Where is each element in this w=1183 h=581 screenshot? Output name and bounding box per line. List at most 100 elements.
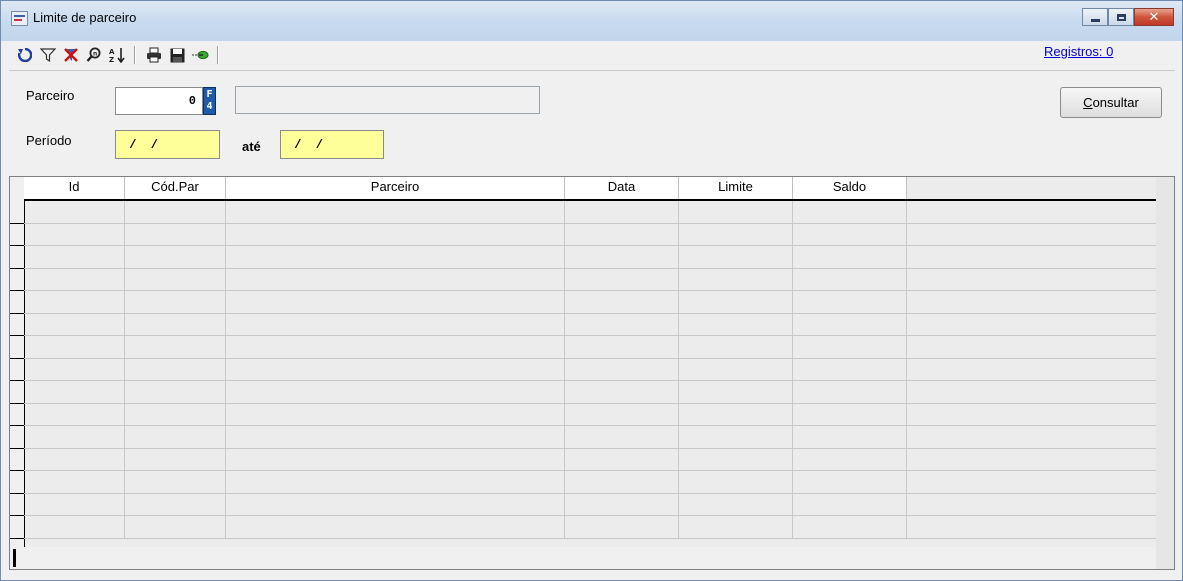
table-cell[interactable] — [679, 358, 793, 380]
table-cell[interactable] — [907, 381, 1156, 403]
table-cell[interactable] — [226, 223, 565, 245]
table-row[interactable] — [24, 358, 1156, 381]
table-cell[interactable] — [125, 403, 226, 425]
table-cell[interactable] — [565, 268, 679, 290]
table-cell[interactable] — [24, 516, 125, 538]
periodo-end-input[interactable] — [280, 130, 384, 159]
parceiro-code-input[interactable] — [115, 87, 203, 115]
table-cell[interactable] — [125, 426, 226, 448]
data-grid[interactable]: Id Cód.Par Parceiro Data Limite Saldo — [9, 176, 1175, 570]
column-header-limite[interactable]: Limite — [679, 177, 793, 199]
table-cell[interactable] — [24, 381, 125, 403]
column-header-parceiro[interactable]: Parceiro — [226, 177, 565, 199]
table-cell[interactable] — [565, 381, 679, 403]
table-cell[interactable] — [793, 358, 907, 380]
minimize-button[interactable] — [1082, 8, 1108, 26]
table-cell[interactable] — [565, 358, 679, 380]
table-cell[interactable] — [907, 336, 1156, 358]
table-cell[interactable] — [907, 516, 1156, 538]
table-cell[interactable] — [125, 336, 226, 358]
table-cell[interactable] — [907, 224, 1156, 246]
table-cell[interactable] — [679, 336, 793, 358]
table-cell[interactable] — [125, 313, 226, 335]
table-cell[interactable] — [125, 246, 226, 268]
table-row[interactable] — [24, 471, 1156, 494]
table-cell[interactable] — [565, 336, 679, 358]
table-cell[interactable] — [226, 246, 565, 268]
table-cell[interactable] — [907, 426, 1156, 448]
table-cell[interactable] — [793, 223, 907, 245]
table-cell[interactable] — [793, 201, 907, 223]
table-cell[interactable] — [125, 358, 226, 380]
table-cell[interactable] — [679, 493, 793, 515]
export-icon[interactable] — [190, 45, 210, 65]
table-cell[interactable] — [679, 246, 793, 268]
table-cell[interactable] — [125, 493, 226, 515]
table-row[interactable] — [24, 223, 1156, 246]
table-cell[interactable] — [793, 471, 907, 493]
table-cell[interactable] — [565, 313, 679, 335]
table-cell[interactable] — [679, 448, 793, 470]
table-cell[interactable] — [679, 223, 793, 245]
table-cell[interactable] — [226, 471, 565, 493]
table-cell[interactable] — [125, 291, 226, 313]
close-button[interactable]: ✕ — [1134, 8, 1174, 26]
search-icon[interactable]: n — [84, 45, 104, 65]
table-cell[interactable] — [679, 516, 793, 538]
table-cell[interactable] — [24, 493, 125, 515]
table-row[interactable] — [24, 291, 1156, 314]
table-row[interactable] — [24, 426, 1156, 449]
table-row[interactable] — [24, 493, 1156, 516]
table-cell[interactable] — [226, 426, 565, 448]
table-cell[interactable] — [24, 268, 125, 290]
table-cell[interactable] — [565, 493, 679, 515]
table-cell[interactable] — [226, 336, 565, 358]
table-cell[interactable] — [679, 268, 793, 290]
table-cell[interactable] — [565, 223, 679, 245]
table-cell[interactable] — [907, 201, 1156, 223]
table-cell[interactable] — [793, 381, 907, 403]
table-cell[interactable] — [24, 246, 125, 268]
table-cell[interactable] — [565, 201, 679, 223]
table-row[interactable] — [24, 336, 1156, 359]
table-cell[interactable] — [679, 201, 793, 223]
column-header-id[interactable]: Id — [24, 177, 125, 199]
table-cell[interactable] — [226, 448, 565, 470]
table-cell[interactable] — [565, 516, 679, 538]
table-cell[interactable] — [793, 403, 907, 425]
table-cell[interactable] — [565, 403, 679, 425]
table-cell[interactable] — [226, 493, 565, 515]
column-header-data[interactable]: Data — [565, 177, 679, 199]
table-row[interactable] — [24, 448, 1156, 471]
table-row[interactable] — [24, 403, 1156, 426]
table-cell[interactable] — [125, 201, 226, 223]
table-cell[interactable] — [565, 426, 679, 448]
table-cell[interactable] — [226, 403, 565, 425]
table-cell[interactable] — [565, 448, 679, 470]
table-cell[interactable] — [793, 336, 907, 358]
table-cell[interactable] — [793, 268, 907, 290]
table-cell[interactable] — [226, 516, 565, 538]
table-cell[interactable] — [226, 291, 565, 313]
clear-filter-icon[interactable] — [61, 45, 81, 65]
table-cell[interactable] — [125, 381, 226, 403]
f4-lookup-button[interactable]: F4 — [203, 87, 216, 115]
table-cell[interactable] — [679, 403, 793, 425]
table-cell[interactable] — [679, 426, 793, 448]
table-row[interactable] — [24, 381, 1156, 404]
table-cell[interactable] — [24, 313, 125, 335]
column-header-saldo[interactable]: Saldo — [793, 177, 907, 199]
table-cell[interactable] — [565, 291, 679, 313]
table-row[interactable] — [24, 313, 1156, 336]
table-row[interactable] — [24, 246, 1156, 269]
table-cell[interactable] — [907, 449, 1156, 471]
periodo-start-input[interactable] — [115, 130, 220, 159]
table-cell[interactable] — [793, 313, 907, 335]
table-cell[interactable] — [907, 471, 1156, 493]
table-cell[interactable] — [793, 291, 907, 313]
table-cell[interactable] — [125, 516, 226, 538]
table-cell[interactable] — [679, 381, 793, 403]
table-row[interactable] — [24, 516, 1156, 539]
registros-link[interactable]: Registros: 0 — [1044, 44, 1113, 59]
table-cell[interactable] — [907, 359, 1156, 381]
